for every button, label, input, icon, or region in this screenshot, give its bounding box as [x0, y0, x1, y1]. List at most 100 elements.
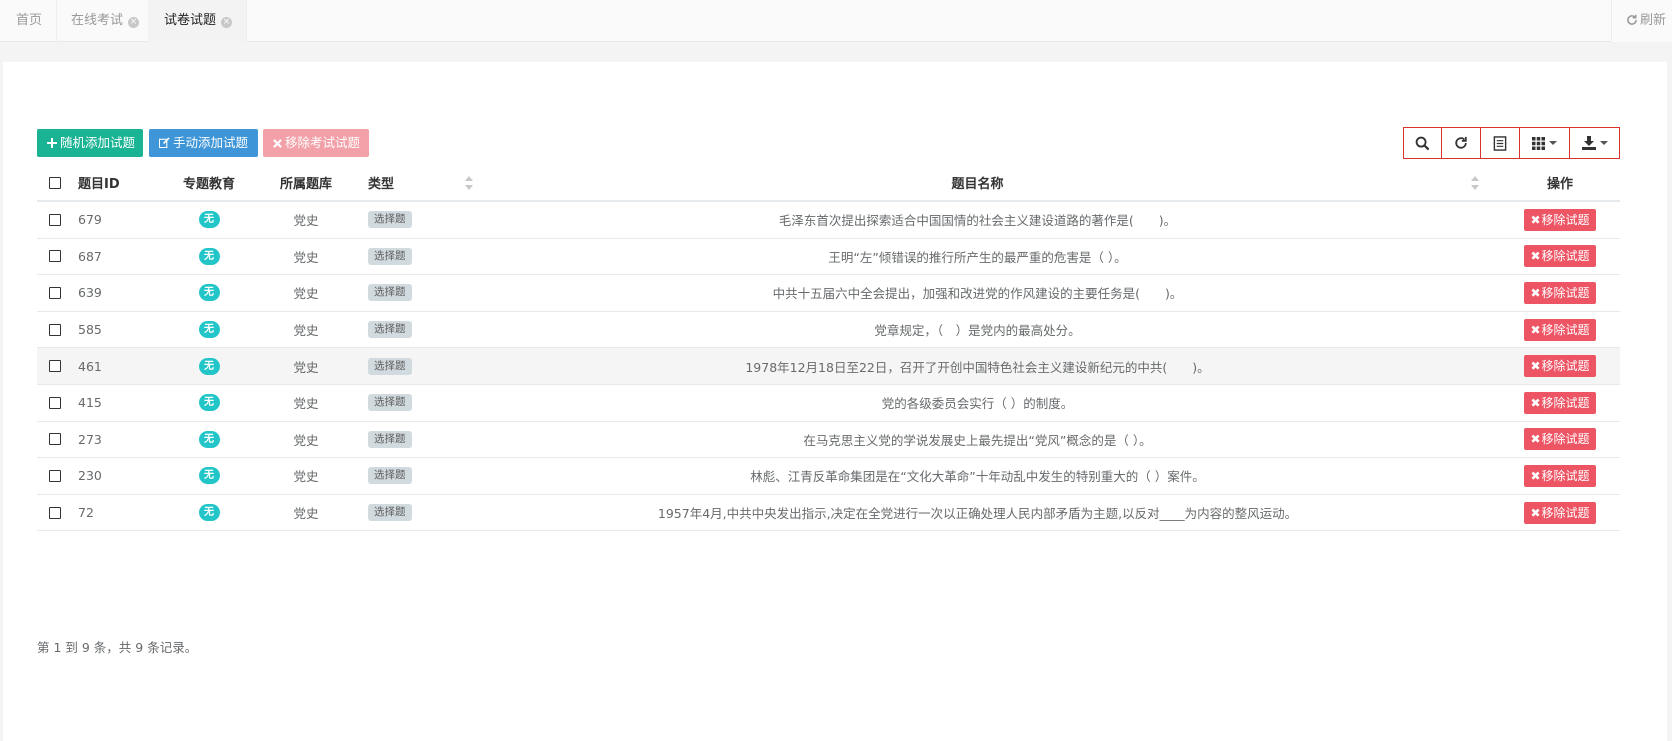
- select-all-checkbox[interactable]: [49, 176, 61, 189]
- row-topic-cell: 无: [161, 422, 257, 458]
- row-checkbox[interactable]: [49, 286, 61, 299]
- remove-question-button[interactable]: ✖移除试题: [1524, 245, 1596, 268]
- topic-badge: 无: [198, 284, 220, 302]
- row-id: 639: [78, 285, 102, 301]
- remove-question-button[interactable]: ✖移除试题: [1524, 355, 1596, 378]
- table-row: 273 无 党史 选择题 在马克思主义党的学说发展史上最先提出“党风”概念的是（…: [37, 422, 1620, 459]
- header-type-cell[interactable]: 类型: [368, 165, 473, 200]
- row-checkbox[interactable]: [49, 433, 61, 446]
- topic-badge: 无: [198, 504, 220, 522]
- remove-question-button[interactable]: ✖移除试题: [1524, 318, 1596, 341]
- remove-question-button[interactable]: ✖移除试题: [1524, 391, 1596, 414]
- tab-paper-questions[interactable]: 试卷试题 ×: [148, 0, 248, 42]
- row-id: 415: [78, 395, 102, 411]
- row-action-cell: ✖移除试题: [1500, 275, 1620, 311]
- table-row: 230 无 党史 选择题 林彪、江青反革命集团是在“文化大革命”十年动乱中发生的…: [37, 458, 1620, 495]
- row-question-name: 在马克思主义党的学说发展史上最先提出“党风”概念的是（ ）。: [803, 432, 1152, 448]
- row-checkbox[interactable]: [49, 396, 61, 409]
- remove-question-label: 移除试题: [1541, 468, 1590, 483]
- row-checkbox[interactable]: [49, 250, 61, 263]
- remove-question-button[interactable]: ✖移除试题: [1524, 281, 1596, 304]
- tab-home[interactable]: 首页: [0, 0, 58, 42]
- row-type-cell: 选择题: [368, 458, 412, 494]
- topic-badge: 无: [198, 357, 220, 375]
- refresh-button[interactable]: 刷新: [1610, 0, 1672, 42]
- row-question-name: 林彪、江青反革命集团是在“文化大革命”十年动乱中发生的特别重大的（ ）案件。: [750, 469, 1205, 485]
- header-type: 类型: [368, 177, 395, 192]
- row-bank: 党史: [293, 469, 319, 485]
- row-checkbox[interactable]: [49, 323, 61, 336]
- row-type-cell: 选择题: [368, 385, 412, 421]
- tab-label: 试卷试题: [164, 13, 217, 28]
- search-button[interactable]: [1403, 127, 1442, 159]
- manual-add-button[interactable]: 手动添加试题: [149, 129, 258, 157]
- row-checkbox[interactable]: [49, 213, 61, 226]
- tab-label: 在线考试: [71, 13, 124, 28]
- row-bank: 党史: [293, 249, 319, 265]
- sort-icon[interactable]: [465, 175, 473, 190]
- header-id[interactable]: 题目ID: [78, 165, 120, 200]
- refresh-icon: [1627, 14, 1637, 25]
- row-select-cell: [49, 458, 61, 494]
- refresh-label: 刷新: [1639, 13, 1666, 28]
- row-action-cell: ✖移除试题: [1500, 385, 1620, 421]
- export-button[interactable]: [1569, 127, 1620, 159]
- row-type-cell: 选择题: [368, 275, 412, 311]
- header-name-sort-cell: [1465, 165, 1479, 200]
- row-question-name: 1957年4月,中共中央发出指示,决定在全党进行一次以正确处理人民内部矛盾为主题…: [657, 506, 1298, 522]
- pagination-info: 第 1 到 9 条，共 9 条记录。: [37, 640, 198, 655]
- row-type-cell: 选择题: [368, 312, 412, 348]
- row-select-cell: [49, 202, 61, 238]
- tab-online-exam[interactable]: 在线考试 ×: [55, 0, 155, 42]
- reload-button[interactable]: [1441, 127, 1481, 159]
- close-icon: ✖: [1530, 322, 1541, 337]
- type-badge: 选择题: [368, 467, 412, 485]
- toggle-view-button[interactable]: [1480, 127, 1520, 159]
- row-select-cell: [49, 348, 61, 384]
- type-badge: 选择题: [368, 394, 412, 412]
- header-bank: 所属题库: [279, 177, 332, 192]
- header-name[interactable]: 题目名称: [477, 165, 1478, 200]
- random-add-button[interactable]: 随机添加试题: [37, 129, 143, 157]
- remove-question-button[interactable]: ✖移除试题: [1524, 501, 1596, 524]
- tab-close-icon[interactable]: ×: [128, 17, 140, 28]
- table-row: 585 无 党史 选择题 党章规定，（ ）是党内的最高处分。 ✖移除试题: [37, 312, 1620, 349]
- topic-badge: 无: [198, 321, 220, 339]
- row-question-name: 王明“左”倾错误的推行所产生的最严重的危害是（ ）。: [828, 249, 1127, 265]
- header-action: 操作: [1546, 177, 1573, 192]
- remove-question-button[interactable]: ✖移除试题: [1524, 428, 1596, 451]
- row-checkbox[interactable]: [49, 506, 61, 519]
- remove-question-label: 移除试题: [1541, 285, 1590, 300]
- topic-badge: 无: [198, 394, 220, 412]
- remove-question-button[interactable]: ✖移除试题: [1524, 464, 1596, 487]
- row-id: 273: [78, 431, 102, 447]
- row-type-cell: 选择题: [368, 495, 412, 531]
- remove-question-label: 移除试题: [1541, 505, 1590, 520]
- row-id: 72: [78, 505, 94, 521]
- close-icon: ✖: [1530, 249, 1541, 264]
- row-question-name: 毛泽东首次提出探索适合中国国情的社会主义建设道路的著作是( )。: [778, 213, 1177, 229]
- row-checkbox[interactable]: [49, 360, 61, 373]
- row-checkbox[interactable]: [49, 469, 61, 482]
- columns-button[interactable]: [1519, 127, 1570, 159]
- row-select-cell: [49, 495, 61, 531]
- row-bank: 党史: [293, 432, 319, 448]
- tab-close-icon[interactable]: ×: [221, 17, 233, 28]
- remove-question-label: 移除试题: [1541, 432, 1590, 447]
- row-bank: 党史: [293, 396, 319, 412]
- remove-exam-button[interactable]: 移除考试试题: [263, 129, 369, 157]
- download-icon: [1581, 136, 1596, 150]
- row-action-cell: ✖移除试题: [1500, 202, 1620, 238]
- row-action-cell: ✖移除试题: [1500, 495, 1620, 531]
- type-badge: 选择题: [368, 211, 412, 229]
- refresh-icon: [1455, 136, 1467, 149]
- remove-question-button[interactable]: ✖移除试题: [1524, 208, 1596, 231]
- row-select-cell: [49, 385, 61, 421]
- row-topic-cell: 无: [161, 312, 257, 348]
- table-row: 461 无 党史 选择题 1978年12月18日至22日，召开了开创中国特色社会…: [37, 348, 1620, 385]
- row-topic-cell: 无: [161, 458, 257, 494]
- sort-icon[interactable]: [1471, 175, 1479, 190]
- topic-badge: 无: [198, 211, 220, 229]
- close-icon: ✖: [1530, 505, 1541, 520]
- tab-label: 首页: [16, 13, 43, 28]
